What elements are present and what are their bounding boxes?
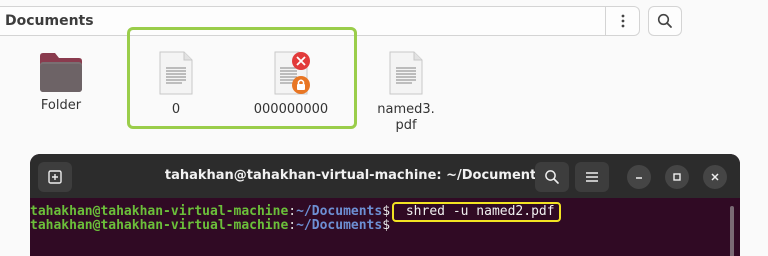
minimize-button[interactable] — [627, 165, 651, 189]
prompt-user: tahakhan@tahakhan-virtual-machine — [30, 204, 289, 219]
file-item-named3-pdf[interactable]: named3. pdf — [366, 50, 446, 134]
search-button[interactable] — [648, 6, 682, 36]
maximize-button[interactable] — [665, 165, 689, 189]
file-label: Folder — [40, 98, 82, 113]
prompt-colon: : — [288, 218, 297, 233]
terminal-window[interactable]: tahakhan@tahakhan-virtual-machine: ~/Doc… — [30, 154, 740, 256]
terminal-search-button[interactable] — [535, 162, 569, 192]
prompt-dollar: $ — [382, 204, 391, 219]
minimize-icon — [636, 177, 642, 179]
file-label: named3. pdf — [377, 102, 435, 133]
terminal-title: tahakhan@tahakhan-virtual-machine: ~/Doc… — [164, 168, 544, 183]
search-icon — [657, 13, 672, 28]
prompt-user: tahakhan@tahakhan-virtual-machine — [30, 218, 289, 233]
path-title[interactable]: Documents — [5, 13, 94, 29]
file-manager-header: Documents — [0, 0, 768, 44]
maximize-icon — [673, 173, 681, 181]
prompt-dir: ~/Documents — [296, 218, 383, 233]
file-item-folder[interactable]: Folder — [21, 96, 101, 114]
close-button[interactable] — [703, 165, 727, 189]
highlight-box-green — [127, 27, 357, 129]
terminal-output[interactable]: tahakhan@tahakhan-virtual-machine:~/Docu… — [30, 202, 740, 234]
scrollbar[interactable] — [730, 206, 734, 256]
terminal-line: tahakhan@tahakhan-virtual-machine:~/Docu… — [30, 218, 740, 234]
prompt-dollar: $ — [382, 218, 391, 233]
command-text: shred -u named2.pdf — [398, 204, 555, 219]
search-icon — [545, 170, 559, 184]
terminal-menu-button[interactable] — [575, 162, 609, 192]
prompt-colon: : — [288, 204, 297, 219]
text-document-icon — [389, 51, 423, 95]
prompt-dir: ~/Documents — [296, 204, 383, 219]
terminal-line: tahakhan@tahakhan-virtual-machine:~/Docu… — [30, 202, 740, 222]
terminal-header: tahakhan@tahakhan-virtual-machine: ~/Doc… — [30, 154, 740, 198]
hamburger-menu-icon — [586, 172, 598, 182]
kebab-menu-icon — [621, 14, 624, 28]
folder-icon[interactable] — [38, 52, 84, 94]
path-menu-button[interactable] — [605, 7, 639, 35]
highlight-box-yellow: shred -u named2.pdf — [392, 202, 561, 222]
close-icon — [711, 173, 719, 181]
